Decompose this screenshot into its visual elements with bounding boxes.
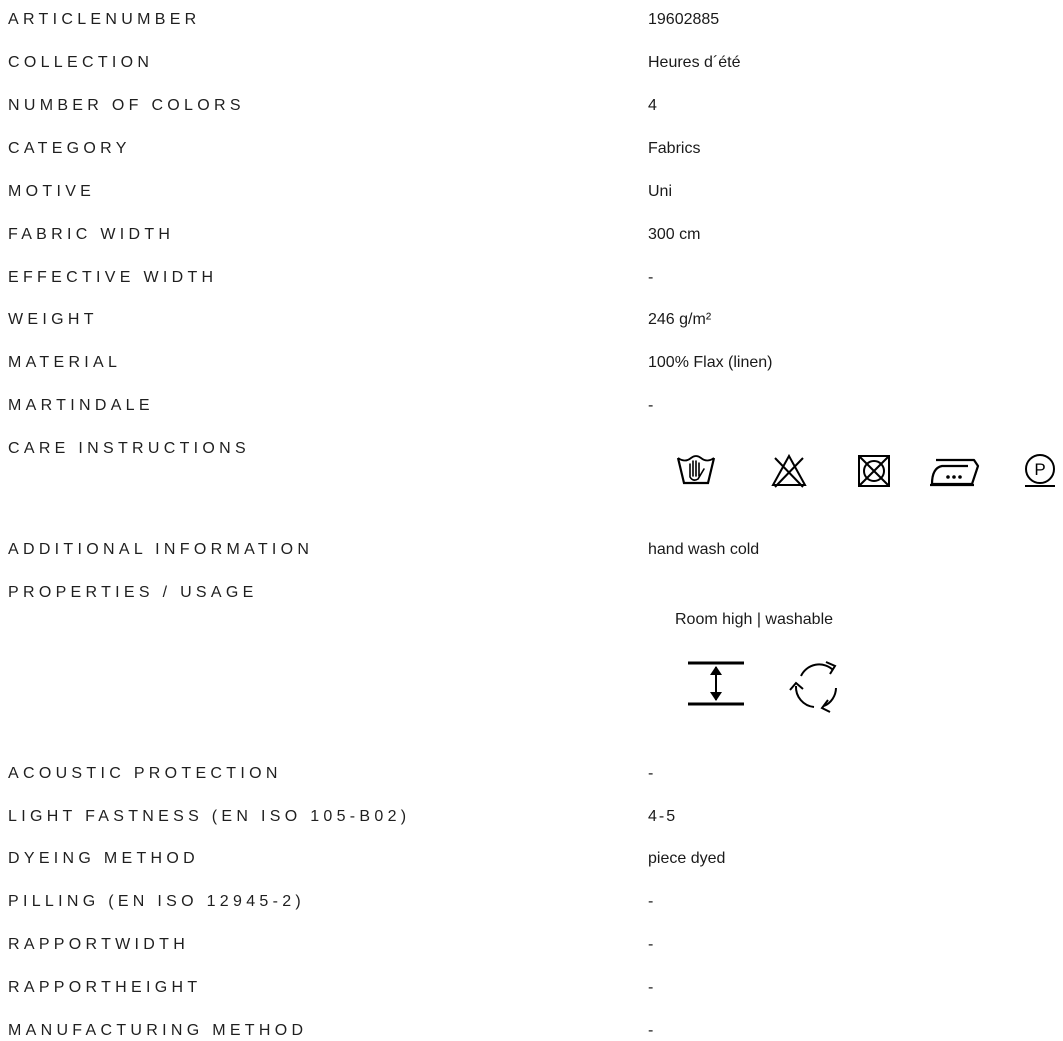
value-material: 100% Flax (linen)	[648, 354, 773, 371]
label-fabric-width: FABRIC WIDTH	[8, 226, 175, 243]
value-motive: Uni	[648, 183, 673, 200]
p-mark-text: P	[1034, 460, 1045, 479]
value-fabric-width: 300 cm	[648, 226, 701, 243]
washable-cycle-icon	[786, 656, 846, 716]
label-collection: COLLECTION	[8, 54, 154, 71]
label-additional-information: ADDITIONAL INFORMATION	[8, 541, 314, 558]
do-not-tumble-dry-icon	[856, 453, 892, 489]
label-articlenumber: ARTICLENUMBER	[8, 11, 201, 28]
value-properties-usage: Room high | washable	[675, 611, 834, 628]
value-manufacturing-method: -	[648, 1022, 654, 1039]
value-number-of-colors: 4	[648, 97, 657, 114]
label-manufacturing-method: MANUFACTURING METHOD	[8, 1022, 308, 1039]
label-properties-usage: PROPERTIES / USAGE	[8, 584, 258, 601]
do-not-bleach-icon	[771, 453, 807, 489]
label-care-instructions: CARE INSTRUCTIONS	[8, 440, 250, 457]
label-rapportwidth: RAPPORTWIDTH	[8, 936, 190, 953]
value-dyeing-method: piece dyed	[648, 850, 726, 867]
value-additional-information: hand wash cold	[648, 541, 760, 558]
label-category: CATEGORY	[8, 140, 131, 157]
value-rapportwidth: -	[648, 936, 654, 953]
label-acoustic-protection: ACOUSTIC PROTECTION	[8, 765, 282, 782]
value-acoustic-protection: -	[648, 765, 654, 782]
hand-wash-icon	[676, 453, 716, 487]
value-weight: 246 g/m²	[648, 311, 712, 328]
label-pilling: PILLING (EN ISO 12945-2)	[8, 893, 306, 910]
value-effective-width: -	[648, 269, 654, 286]
label-effective-width: EFFECTIVE WIDTH	[8, 269, 218, 286]
value-martindale: -	[648, 397, 654, 414]
professional-dry-clean-p-icon: P	[1023, 452, 1059, 488]
label-light-fastness: LIGHT FASTNESS (EN ISO 105-B02)	[8, 808, 411, 825]
iron-low-heat-icon	[928, 454, 988, 488]
label-material: MATERIAL	[8, 354, 122, 371]
value-category: Fabrics	[648, 140, 701, 157]
value-collection: Heures d´été	[648, 54, 741, 71]
room-high-icon	[686, 660, 746, 708]
value-pilling: -	[648, 893, 654, 910]
label-dyeing-method: DYEING METHOD	[8, 850, 200, 867]
value-rapportheight: -	[648, 979, 654, 996]
label-number-of-colors: NUMBER OF COLORS	[8, 97, 245, 114]
label-motive: MOTIVE	[8, 183, 96, 200]
value-light-fastness: 4-5	[648, 808, 678, 825]
label-martindale: MARTINDALE	[8, 397, 154, 414]
label-weight: WEIGHT	[8, 311, 98, 328]
value-articlenumber: 19602885	[648, 11, 720, 28]
label-rapportheight: RAPPORTHEIGHT	[8, 979, 202, 996]
